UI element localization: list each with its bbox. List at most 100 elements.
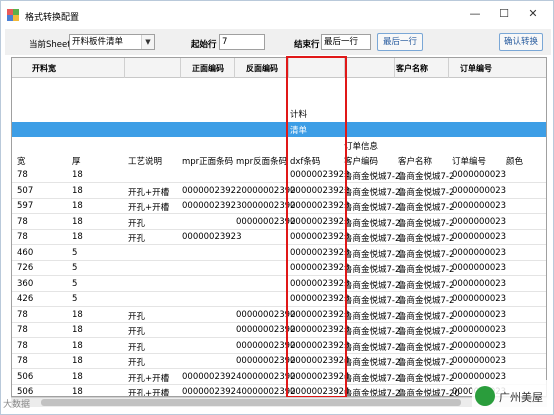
cell-order-no: 0000000023	[452, 201, 507, 211]
cell-thickness: 5	[72, 294, 78, 304]
table-row[interactable]: 506 18 开孔+开槽 000000239240000002392 000000239…	[12, 385, 546, 397]
app-icon	[7, 9, 19, 21]
cell-width: 78	[17, 232, 28, 242]
order-info-text: 订单信息	[344, 142, 379, 152]
grid-row-highlight[interactable]: 清单	[12, 122, 546, 137]
maximize-button[interactable]: ☐	[491, 5, 517, 23]
minimize-button[interactable]: —	[462, 5, 488, 23]
cell-process: 开孔+开槽	[128, 203, 170, 213]
table-row[interactable]: 460 5 00000023923 鲁商金悦城7-2 鲁商金悦城7-2 000000002…	[12, 246, 546, 261]
end-row-input[interactable]: 最后一行	[321, 34, 371, 50]
cell-mpr-back: 00000002392	[236, 340, 296, 351]
confirm-convert-button[interactable]: 确认转换	[499, 33, 543, 51]
table-row[interactable]: 78 18 开孔 00000002392 00000023923 鲁商金悦城7-2 鲁商金悦…	[12, 339, 546, 354]
cell-process: 开孔	[128, 342, 146, 353]
cell-width: 460	[17, 247, 34, 258]
cell-cust-code: 鲁商金悦城7-2	[344, 280, 401, 291]
cell-order-no: 0000000023	[452, 356, 507, 366]
table-row[interactable]: 78 18 开孔 00000002392 00000023924 鲁商金悦城7-2 鲁商金悦…	[12, 354, 546, 369]
cell-width: 507	[17, 185, 34, 196]
grid-row-order-info[interactable]: 订单信息	[12, 138, 546, 153]
cell-dxf: 00000023922	[290, 185, 350, 196]
cell-cust-name: 鲁商金悦城7-2	[398, 373, 455, 384]
grid-row-jiliao[interactable]: 计料	[12, 106, 546, 121]
col-dxf: dxf条码	[290, 157, 321, 167]
cell-dxf: 00000023923	[290, 325, 350, 335]
data-grid[interactable]: 开料宽 正面编码 反面编码 客户名称 订单编号 计料 清单 订单信息 宽 厚 工…	[11, 57, 547, 397]
table-row[interactable]: 507 18 开孔+开槽 000000239220000002392 000000239…	[12, 184, 546, 199]
cell-order-no: 0000000023	[452, 232, 507, 242]
cell-process: 开孔+开槽	[128, 187, 170, 198]
cell-mpr-front: 000000239220000002392	[182, 185, 296, 196]
cell-order-no: 0000000023	[452, 294, 507, 304]
cell-dxf: 00000023923	[290, 216, 350, 227]
cell-thickness: 18	[72, 201, 83, 211]
last-row-button[interactable]: 最后一行	[377, 33, 423, 51]
col-cust-name: 客户名称	[398, 157, 433, 167]
watermark-left: 大数据	[3, 400, 31, 410]
cell-order-no: 0000000023	[452, 309, 507, 320]
col-order-no: 订单编号	[452, 157, 487, 167]
table-row[interactable]: 726 5 00000023923 鲁商金悦城7-2 鲁商金悦城7-2 000000002…	[12, 261, 546, 276]
cell-dxf: 00000023924	[290, 387, 350, 397]
cell-mpr-back: 00000002392	[236, 216, 296, 227]
cell-mpr-front: 000000239240000002392	[182, 371, 296, 382]
cell-thickness: 18	[72, 232, 83, 242]
cell-thickness: 5	[72, 263, 78, 273]
cell-mpr-front: 00000023923	[182, 232, 242, 242]
scrollbar-thumb[interactable]	[41, 399, 461, 406]
cell-cust-name: 鲁商金悦城7-2	[398, 342, 455, 353]
header-customer-name: 客户名称	[396, 64, 428, 73]
cell-process: 开孔+开槽	[128, 373, 170, 384]
cell-cust-code: 鲁商金悦城7-2	[344, 265, 401, 275]
table-row[interactable]: 360 5 00000023923 鲁商金悦城7-2 鲁商金悦城7-2 000000002…	[12, 277, 546, 292]
toolbar: 当前Sheet 开料板件清单 ▼ 起始行 7 结束行 最后一行 最后一行 确认转…	[5, 29, 551, 55]
watermark-badge: 广州美屋	[472, 380, 552, 412]
cell-cust-name: 鲁商金悦城7-2	[398, 234, 455, 244]
cell-cust-name: 鲁商金悦城7-2	[398, 311, 455, 322]
table-row[interactable]: 78 18 开孔 00000023923 00000023923 鲁商金悦城7-2 鲁商金悦…	[12, 230, 546, 245]
chevron-down-icon[interactable]: ▼	[141, 35, 154, 49]
cell-thickness: 18	[72, 387, 83, 397]
cell-cust-code: 鲁商金悦城7-2	[344, 358, 401, 368]
table-row[interactable]: 597 18 开孔+开槽 000000239230000002392 000000239…	[12, 199, 546, 214]
table-row[interactable]: 506 18 开孔+开槽 000000239240000002392 000000239…	[12, 370, 546, 385]
watermark-right-text: 广州美屋	[499, 391, 543, 404]
cell-cust-name: 鲁商金悦城7-2	[398, 296, 455, 306]
cell-cust-name: 鲁商金悦城7-2	[398, 172, 455, 182]
col-mpr-back: mpr反面条码	[236, 157, 288, 167]
start-row-input[interactable]: 7	[219, 34, 265, 50]
cell-order-no: 0000000023	[452, 340, 507, 351]
horizontal-scrollbar[interactable]	[11, 397, 547, 407]
cell-cust-code: 鲁商金悦城7-2	[344, 249, 401, 260]
table-row[interactable]: 78 18 开孔 00000002392 00000023923 鲁商金悦城7-2 鲁商金悦…	[12, 308, 546, 323]
sheet-select-value: 开料板件清单	[72, 37, 124, 47]
cell-process: 开孔	[128, 358, 146, 368]
cell-thickness: 18	[72, 216, 83, 227]
cell-dxf: 00000023923	[290, 294, 350, 304]
cell-thickness: 5	[72, 278, 78, 289]
table-row[interactable]: 78 18 00000023922 鲁商金悦城7-2 鲁商金悦城7-2 000000002…	[12, 168, 546, 183]
cell-order-no: 0000000023	[452, 185, 507, 196]
table-row[interactable]: 78 18 开孔 00000002392 00000023923 鲁商金悦城7-2 鲁商金悦…	[12, 215, 546, 230]
col-thickness: 厚	[72, 157, 81, 167]
cell-cust-code: 鲁商金悦城7-2	[344, 234, 401, 244]
grid-row-column-titles[interactable]: 宽 厚 工艺说明 mpr正面条码 mpr反面条码 dxf条码 客户编码 客户名称…	[12, 153, 546, 168]
cell-dxf: 00000023922	[290, 170, 350, 180]
sheet-label: 当前Sheet	[29, 40, 71, 50]
sheet-select[interactable]: 开料板件清单 ▼	[69, 34, 155, 50]
main-window: 格式转换配置 — ☐ ✕ 当前Sheet 开料板件清单 ▼ 起始行 7 结束行 …	[0, 0, 554, 415]
close-button[interactable]: ✕	[520, 5, 546, 23]
header-front-code: 正面编码	[192, 64, 224, 73]
cell-width: 426	[17, 294, 34, 304]
cell-cust-code: 鲁商金悦城7-2	[344, 389, 401, 397]
cell-width: 506	[17, 387, 34, 397]
end-row-label: 结束行	[294, 40, 320, 50]
cell-process: 开孔	[128, 218, 146, 229]
cell-dxf: 00000023923	[290, 340, 350, 351]
table-row[interactable]: 426 5 00000023923 鲁商金悦城7-2 鲁商金悦城7-2 000000002…	[12, 292, 546, 307]
table-row[interactable]: 78 18 开孔 00000002392 00000023923 鲁商金悦城7-2 鲁商金悦…	[12, 323, 546, 338]
cell-order-no: 0000000023	[452, 216, 507, 227]
cell-width: 726	[17, 263, 34, 273]
cell-dxf: 00000023923	[290, 201, 350, 211]
